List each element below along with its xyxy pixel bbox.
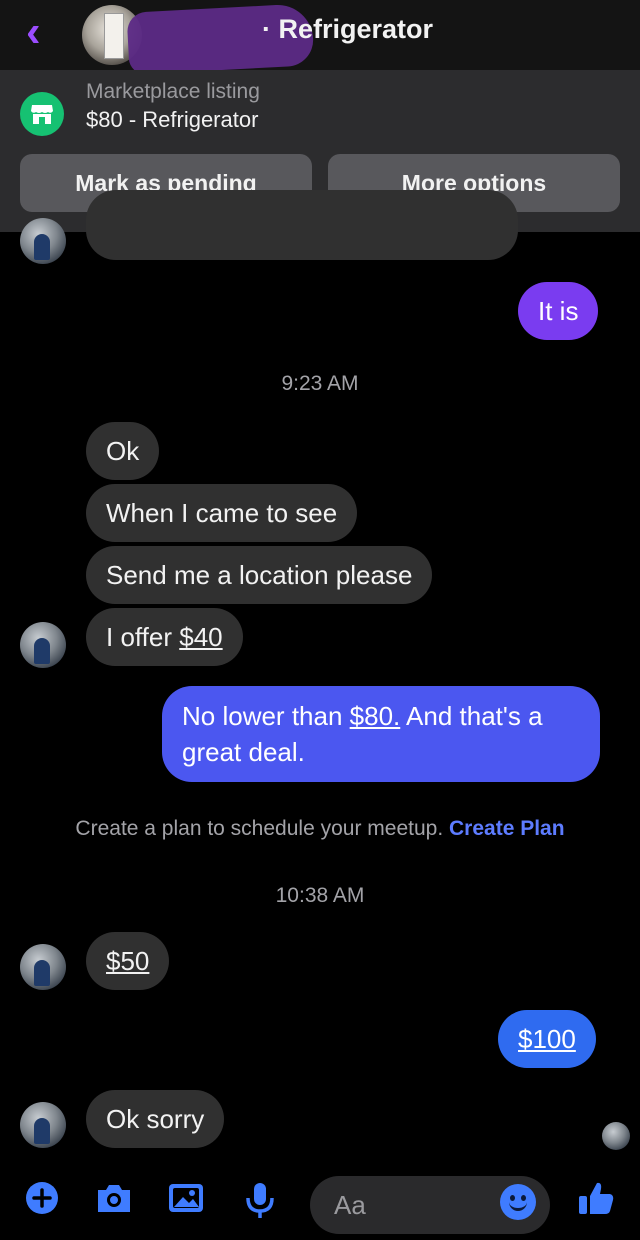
message-input-placeholder: Aa	[334, 1190, 366, 1220]
timestamp: 9:23 AM	[281, 372, 359, 395]
conversation-header: ‹ · Refrigerator	[0, 0, 640, 75]
message-incoming[interactable]: When I came to see	[86, 484, 358, 542]
message-outgoing[interactable]: $100	[498, 1010, 596, 1068]
message-incoming[interactable]: Ok	[86, 422, 160, 480]
contact-avatar[interactable]	[20, 218, 66, 264]
contact-avatar[interactable]	[20, 622, 66, 668]
message-outgoing[interactable]: It is	[518, 282, 599, 340]
message-text: And that's a	[400, 701, 543, 731]
listing-title[interactable]: $80 - Refrigerator	[86, 107, 258, 133]
contact-avatar[interactable]	[20, 1102, 66, 1148]
message-incoming[interactable]: Ok sorry	[86, 1090, 225, 1148]
message-text: great deal.	[182, 737, 305, 767]
create-plan-prompt: Create a plan to schedule your meetup. C…	[0, 817, 640, 841]
contact-avatar[interactable]	[20, 944, 66, 990]
read-receipt-avatar	[602, 1122, 630, 1150]
message-incoming[interactable]: $50	[86, 932, 170, 990]
listing-label: Marketplace listing	[86, 80, 260, 103]
plan-text: Create a plan to schedule your meetup.	[75, 817, 444, 840]
price-link[interactable]: $100	[518, 1024, 576, 1054]
create-plan-link[interactable]: Create Plan	[449, 817, 565, 840]
emoji-icon[interactable]	[500, 1184, 536, 1220]
price-link[interactable]: $40	[179, 622, 222, 652]
message-text: Ok	[106, 436, 140, 466]
conversation-title[interactable]: · Refrigerator	[262, 14, 433, 45]
message-outgoing[interactable]: No lower than $80. And that's a great dea…	[162, 686, 600, 782]
price-link[interactable]: $50	[106, 946, 149, 976]
shop-icon	[20, 92, 64, 136]
message-text: When I came to see	[106, 498, 338, 528]
microphone-icon[interactable]	[242, 1180, 282, 1220]
message-incoming[interactable]: I offer $40	[86, 608, 243, 666]
message-text: Send me a location please	[106, 560, 413, 590]
message-text: Ok sorry	[106, 1104, 205, 1134]
timestamp: 10:38 AM	[275, 884, 365, 907]
message-text: I offer	[106, 622, 180, 652]
message-text: It is	[538, 296, 579, 326]
message-text: No lower than	[182, 701, 350, 731]
camera-icon[interactable]	[94, 1180, 134, 1220]
thumbs-up-icon[interactable]	[576, 1178, 616, 1218]
emoji-mouth	[509, 1202, 527, 1211]
message-incoming[interactable]: Send me a location please	[86, 546, 433, 604]
plus-icon[interactable]	[24, 1180, 64, 1220]
gallery-icon[interactable]	[166, 1180, 206, 1220]
price-link[interactable]: $80.	[350, 701, 401, 731]
message-bubble-partial	[86, 190, 518, 260]
back-chevron-icon[interactable]: ‹	[26, 10, 56, 54]
message-composer: Aa	[0, 1160, 640, 1240]
